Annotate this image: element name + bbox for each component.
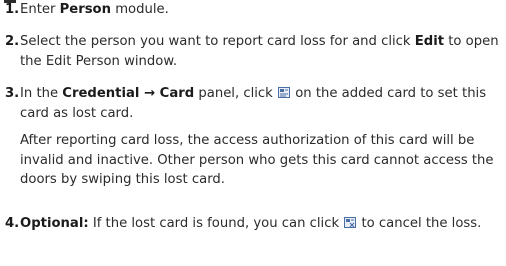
step-2: 2. Select the person you want to report … bbox=[5, 32, 502, 71]
step-number: 2. bbox=[5, 34, 20, 49]
step-number: 3. bbox=[5, 86, 20, 101]
step-text: Optional: If the lost card is found, you… bbox=[20, 216, 482, 231]
step-1: 1. Enter Person module. bbox=[5, 0, 502, 20]
person-module-label: Person bbox=[59, 2, 112, 17]
step-number: 1. bbox=[5, 2, 20, 17]
step-4: 4. Optional: If the lost card is found, … bbox=[5, 214, 502, 234]
edit-button-label: Edit bbox=[414, 34, 445, 49]
step-text: Enter Person module. bbox=[20, 2, 169, 17]
credential-card-panel-label: Credential → Card bbox=[62, 86, 195, 101]
loss-note: After reporting card loss, the access au… bbox=[20, 133, 494, 187]
step-text: Select the person you want to report car… bbox=[20, 34, 499, 69]
cancel-loss-icon bbox=[344, 217, 357, 228]
report-loss-icon bbox=[278, 87, 291, 98]
step-number: 4. bbox=[5, 216, 20, 231]
step-text: In the Credential → Card panel, click on… bbox=[20, 84, 502, 190]
optional-label: Optional: bbox=[20, 216, 89, 231]
step-3: 3. In the Credential → Card panel, click… bbox=[5, 84, 502, 190]
